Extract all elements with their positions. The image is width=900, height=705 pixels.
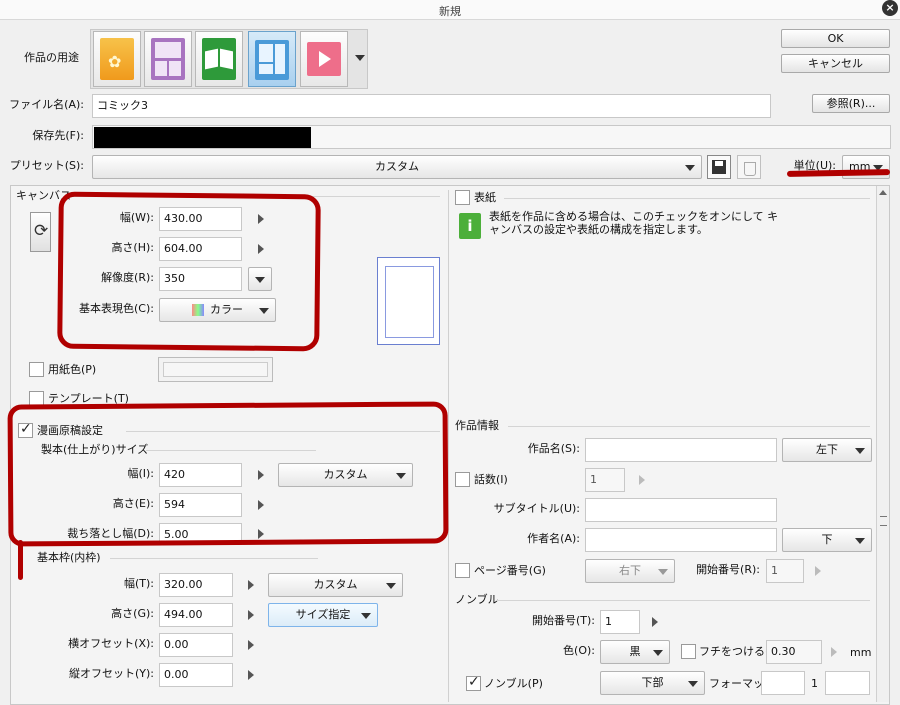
info-icon: i [459, 213, 481, 239]
nombre-title: ノンブル [455, 593, 499, 606]
paper-color-checkbox[interactable] [29, 362, 44, 377]
nombre-line [496, 600, 870, 601]
scrollbar-grip[interactable] [880, 516, 887, 526]
canvas-preview [377, 257, 440, 345]
frame-size-select[interactable]: カスタム [268, 573, 403, 597]
redacted-path [94, 127, 311, 148]
column-divider [448, 190, 449, 702]
preset-label: プリセット(S): [9, 159, 84, 172]
page-number-position-value: 右下 [619, 564, 641, 577]
format-value: 1 [811, 677, 818, 690]
animation-icon[interactable] [300, 31, 348, 87]
paper-color-swatch[interactable] [158, 357, 273, 382]
author-field[interactable] [585, 528, 777, 552]
work-title-position-select[interactable]: 左下 [782, 438, 872, 462]
frame-width-label: 幅(T): [123, 577, 154, 590]
nombre-border-unit: mm [850, 646, 872, 659]
scrollbar[interactable] [876, 186, 889, 702]
nombre-color-value: 黒 [629, 645, 641, 658]
annotation-manga-box [7, 401, 449, 547]
work-info-title: 作品情報 [455, 419, 499, 432]
nombre-color-label: 色(O): [563, 644, 595, 657]
ok-button[interactable]: OK [781, 29, 890, 48]
cover-section-line [504, 198, 870, 199]
size-spec-select[interactable]: サイズ指定 [268, 603, 378, 627]
frame-height-expand-icon[interactable] [248, 610, 254, 620]
comic-icon[interactable] [195, 31, 243, 87]
page-number-checkbox[interactable] [455, 563, 470, 578]
page-start-expand-icon[interactable] [815, 566, 821, 576]
purpose-dropdown[interactable] [352, 31, 367, 87]
frame-width-field[interactable]: 320.00 [159, 573, 233, 597]
file-name-field[interactable]: コミック3 [92, 94, 771, 118]
work-title-field[interactable] [585, 438, 777, 462]
title-bar: 新規 [0, 0, 900, 20]
cover-label: 表紙 [474, 191, 496, 204]
preset-value: カスタム [375, 160, 419, 173]
work-info-line [508, 426, 870, 427]
episode-label: 話数(I) [474, 473, 508, 486]
page-start-label: 開始番号(R): [696, 563, 760, 576]
work-title-label: 作品名(S): [527, 442, 580, 455]
annotation-manga-tail [18, 540, 23, 580]
x-offset-field[interactable]: 0.00 [159, 633, 233, 657]
nombre-start-field[interactable]: 1 [600, 610, 640, 634]
frame-size-value: カスタム [313, 578, 358, 591]
cover-checkbox[interactable] [455, 190, 470, 205]
nombre-position-value: 下部 [641, 676, 664, 689]
episode-checkbox[interactable] [455, 472, 470, 487]
all-comic-settings-icon[interactable] [248, 31, 296, 87]
nombre-border-checkbox[interactable] [681, 644, 696, 659]
illustration-icon[interactable]: ✿ [93, 31, 141, 87]
y-offset-label: 縦オフセット(Y): [68, 667, 154, 680]
browse-button[interactable]: 参照(R)... [812, 94, 890, 113]
frame-width-expand-icon[interactable] [248, 580, 254, 590]
nombre-label: ノンブル(P) [484, 677, 543, 690]
cover-info-text: 表紙を作品に含める場合は、このチェックをオンにして キャンバスの設定や表紙の構成… [489, 210, 779, 236]
delete-preset-icon[interactable] [737, 155, 761, 179]
format-prefix-field[interactable] [761, 671, 805, 695]
page-number-position-select[interactable]: 右下 [585, 559, 675, 583]
save-to-label: 保存先(F): [32, 129, 84, 142]
cancel-button[interactable]: キャンセル [781, 54, 890, 73]
frame-height-label: 高さ(G): [111, 607, 154, 620]
nombre-border-field[interactable]: 0.30 [766, 640, 822, 664]
frame-height-field[interactable]: 494.00 [159, 603, 233, 627]
format-suffix-field[interactable] [825, 671, 870, 695]
nombre-position-select[interactable]: 下部 [600, 671, 705, 695]
subtitle-field[interactable] [585, 498, 777, 522]
y-offset-expand-icon[interactable] [248, 670, 254, 680]
purpose-label: 作品の用途 [24, 51, 79, 64]
nombre-border-expand-icon[interactable] [831, 647, 837, 657]
file-name-label: ファイル名(A): [9, 98, 84, 111]
nombre-start-expand-icon[interactable] [652, 617, 658, 627]
page-number-label: ページ番号(G) [474, 564, 546, 577]
annotation-canvas-box [57, 191, 321, 352]
nombre-color-select[interactable]: 黒 [600, 640, 670, 664]
author-label: 作者名(A): [527, 532, 580, 545]
preset-select[interactable]: カスタム [92, 155, 702, 179]
work-title-position-value: 左下 [816, 443, 838, 456]
y-offset-field[interactable]: 0.00 [159, 663, 233, 687]
nombre-checkbox[interactable] [466, 674, 481, 691]
rotate-orientation-icon[interactable]: ⟳ [30, 212, 51, 252]
save-preset-icon[interactable] [707, 155, 731, 179]
basic-frame-title: 基本枠(内枠) [37, 551, 101, 564]
episode-field[interactable]: 1 [585, 468, 625, 492]
page-start-field[interactable]: 1 [766, 559, 804, 583]
window-title: 新規 [439, 5, 461, 18]
x-offset-label: 横オフセット(X): [68, 637, 154, 650]
close-icon[interactable]: × [882, 0, 898, 16]
paper-color-label: 用紙色(P) [48, 363, 97, 376]
nombre-start-label: 開始番号(T): [531, 614, 595, 627]
subtitle-label: サブタイトル(U): [493, 502, 580, 515]
episode-expand-icon[interactable] [639, 475, 645, 485]
author-position-value: 下 [821, 533, 833, 546]
webtoon-icon[interactable] [144, 31, 192, 87]
size-spec-value: サイズ指定 [295, 608, 351, 621]
x-offset-expand-icon[interactable] [248, 640, 254, 650]
author-position-select[interactable]: 下 [782, 528, 872, 552]
basic-frame-line [110, 558, 318, 559]
